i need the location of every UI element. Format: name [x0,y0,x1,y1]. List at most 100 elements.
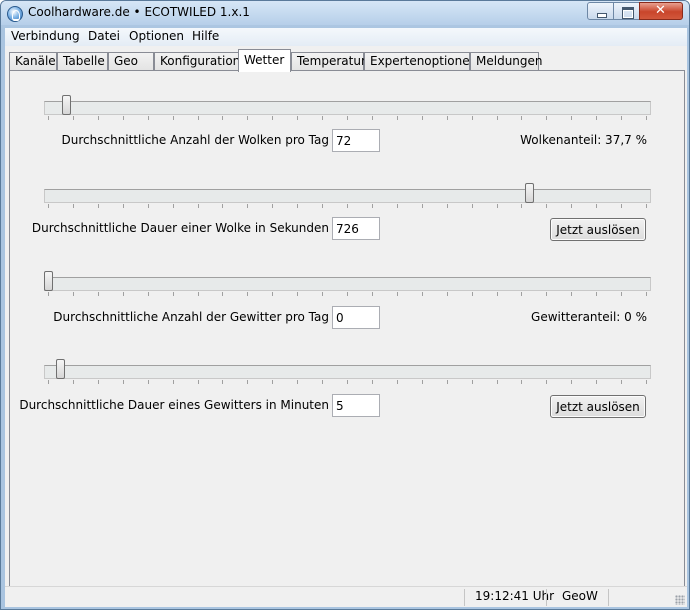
slider-tick [72,204,74,208]
client-area: Kanäle Tabelle Geo Konfiguration Wetter … [5,46,687,607]
slider-tick [396,116,398,120]
slider-tick [97,292,99,296]
slider-tick [471,292,473,296]
slider-track [44,365,651,379]
slider-tick [571,116,573,120]
slider-ticks [44,204,651,210]
slider-tick [521,204,523,208]
slider-tick [371,204,373,208]
slider-tick [621,380,623,384]
slider-tick [72,380,74,384]
slider-tick [48,380,49,384]
slider-thumb[interactable] [61,95,71,115]
slider-tick [596,204,598,208]
slider-tick [222,204,224,208]
slider-tick [347,380,348,384]
slider-tick [446,380,448,384]
slider-tick [172,380,174,384]
slider-tick [297,292,299,296]
storm-duration-slider[interactable] [44,359,651,385]
slider-ticks [44,380,651,386]
slider-track [44,101,651,115]
slider-tick [247,380,249,384]
slider-tick [521,380,523,384]
app-icon [7,6,23,22]
status-separator [546,589,547,606]
slider-tick [247,116,249,120]
slider-tick [172,204,174,208]
storms-per-day-slider[interactable] [44,271,651,297]
slider-tick [496,380,498,384]
slider-tick [172,116,174,120]
slider-tick [297,380,299,384]
clouds-per-day-input[interactable] [332,129,380,152]
slider-tick [147,380,149,384]
title-bar[interactable]: Coolhardware.de • ECOTWILED 1.x.1 [1,1,689,25]
slider-tick [272,380,274,384]
slider-thumb[interactable] [525,183,535,203]
slider-tick [72,116,74,120]
slider-tick [222,380,224,384]
slider-tick [446,292,448,296]
tab-wetter[interactable]: Wetter [238,49,291,72]
slider-ticks [44,116,651,122]
maximize-button[interactable] [613,2,640,20]
cloud-duration-slider[interactable] [44,183,651,209]
slider-tick [396,292,398,296]
slider-tick [322,380,324,384]
slider-tick [396,380,398,384]
storms-per-day-input[interactable] [332,306,380,329]
slider-tick [496,204,498,208]
slider-tick [521,116,523,120]
storm-duration-input[interactable] [332,394,380,417]
app-window: Coolhardware.de • ECOTWILED 1.x.1 Verbin… [0,0,690,610]
slider-tick [72,292,74,296]
minimize-button[interactable] [587,2,614,20]
slider-tick [197,116,199,120]
tab-temperatur[interactable]: Temperatur [291,52,366,71]
tab-geo[interactable]: Geo [108,52,154,71]
slider-tick [596,292,598,296]
tab-konfiguration[interactable]: Konfiguration [154,52,241,71]
window-title: Coolhardware.de • ECOTWILED 1.x.1 [28,5,250,19]
slider-tick [122,380,124,384]
slider-track [44,277,651,291]
slider-tick [347,292,348,296]
weather-panel: Durchschnittliche Anzahl der Wolken pro … [9,70,685,591]
slider-track [44,189,651,203]
status-mode: GeoW [562,589,598,603]
status-separator [608,589,609,606]
slider-tick [571,292,573,296]
tab-meldungen[interactable]: Meldungen [470,52,543,71]
slider-tick [471,204,473,208]
menu-hilfe[interactable]: Hilfe [192,29,219,43]
close-button[interactable] [639,2,683,20]
slider-tick [646,292,647,296]
tab-tabelle[interactable]: Tabelle [57,52,108,71]
slider-thumb[interactable] [55,359,65,379]
clouds-per-day-slider[interactable] [44,95,651,121]
trigger-storm-button[interactable]: Jetzt auslösen [550,395,646,418]
slider-tick [322,204,324,208]
menu-optionen[interactable]: Optionen [129,29,184,43]
slider-tick [646,380,647,384]
menu-verbindung[interactable]: Verbindung [11,29,80,43]
slider-tick [621,292,623,296]
trigger-cloud-button[interactable]: Jetzt auslösen [550,218,646,241]
slider-tick [272,116,274,120]
slider-tick [322,292,324,296]
slider-tick [471,116,473,120]
slider-tick [97,204,99,208]
slider-thumb[interactable] [44,271,53,291]
tab-kanaele[interactable]: Kanäle [9,52,57,71]
resize-grip[interactable] [675,595,685,605]
slider-tick [546,204,548,208]
slider-tick [147,116,149,120]
menu-datei[interactable]: Datei [88,29,120,43]
cloud-duration-input[interactable] [332,217,380,240]
slider-tick [546,292,548,296]
slider-tick [122,204,124,208]
slider-tick [446,116,448,120]
slider-tick [621,116,623,120]
tab-expertenoptionen[interactable]: Expertenoptionen [364,52,477,71]
